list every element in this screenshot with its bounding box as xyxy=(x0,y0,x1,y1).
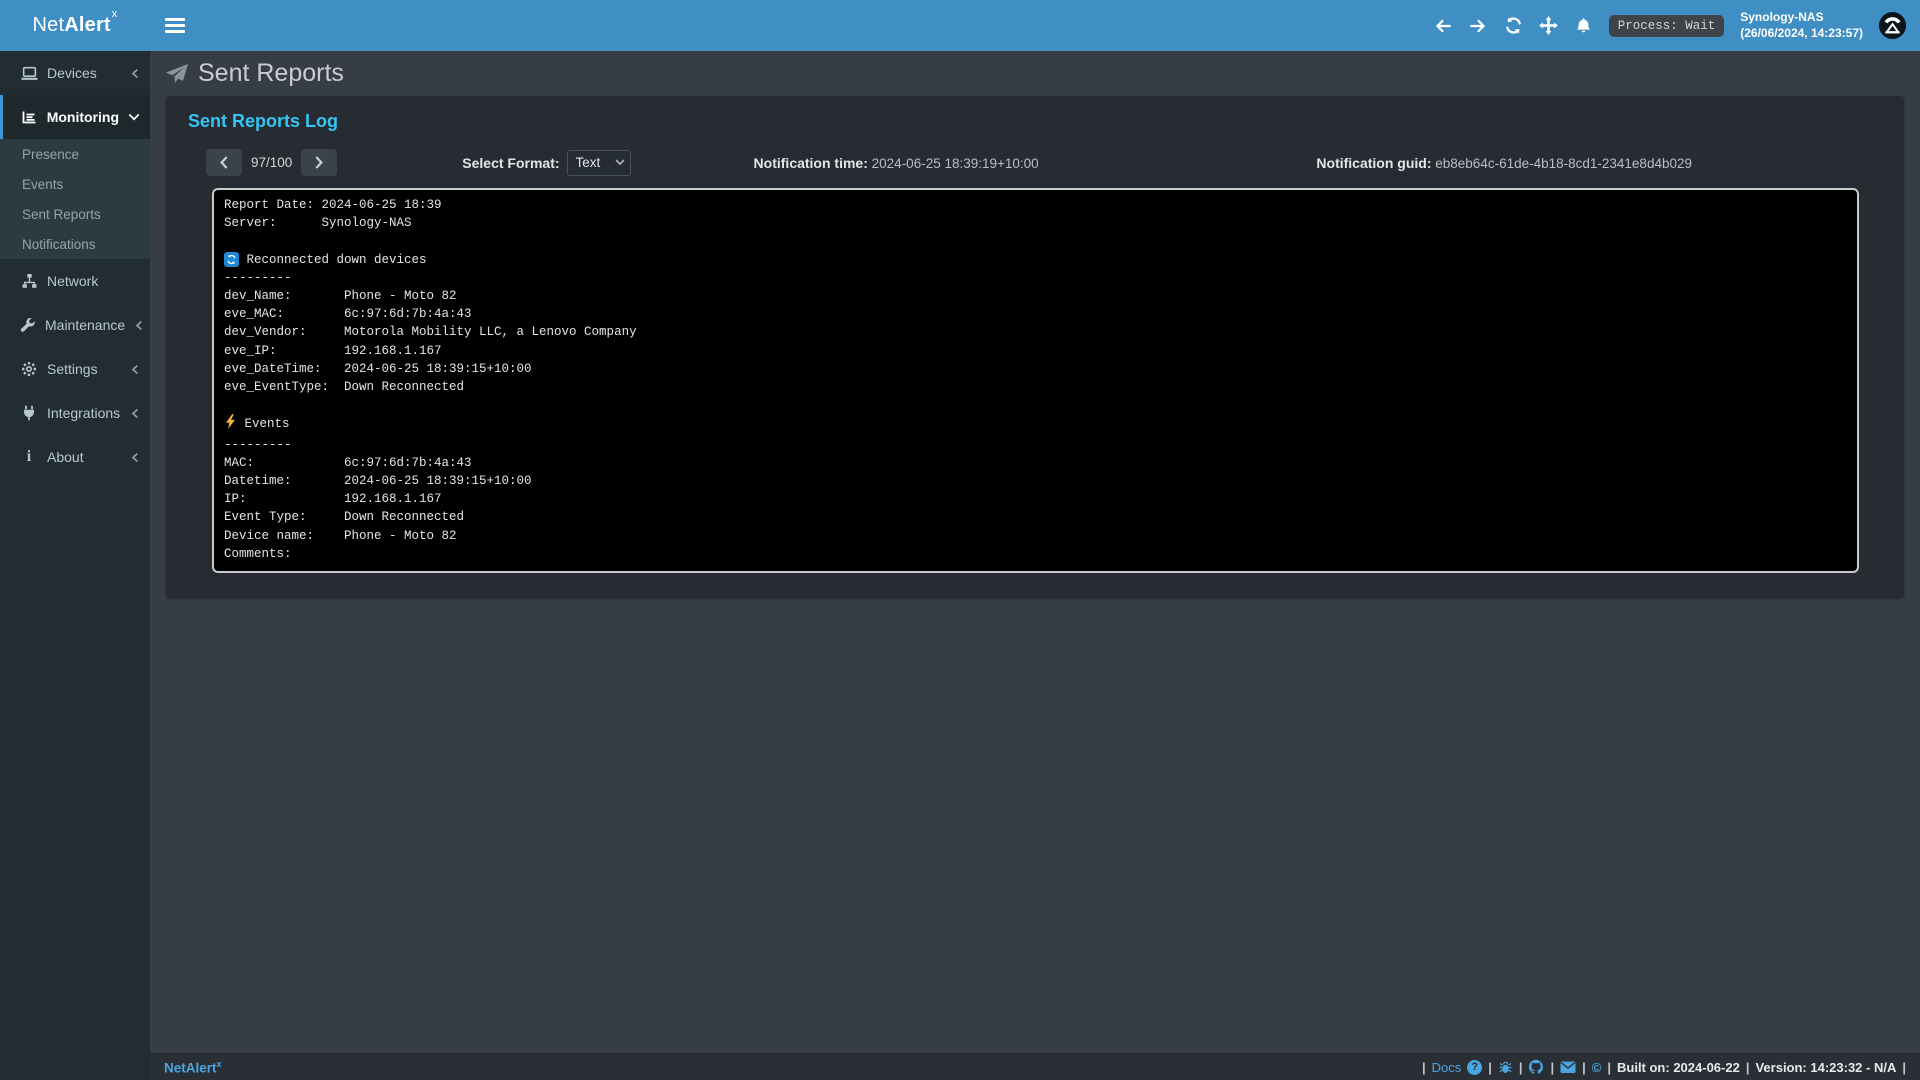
chevron-left-icon xyxy=(130,452,140,463)
notification-guid-label: Notification guid: xyxy=(1316,155,1431,171)
question-circle-icon[interactable]: ? xyxy=(1467,1060,1482,1075)
docs-link[interactable]: Docs xyxy=(1432,1060,1462,1075)
sidebar-item-presence[interactable]: Presence xyxy=(0,139,150,169)
sidebar-item-devices[interactable]: Devices xyxy=(0,51,150,95)
host-info: Synology-NAS (26/06/2024, 14:23:57) xyxy=(1740,10,1863,41)
user-avatar[interactable] xyxy=(1879,12,1906,39)
wrench-icon xyxy=(20,317,36,333)
sidebar-item-about[interactable]: i About xyxy=(0,435,150,479)
pagination-count: 97/100 xyxy=(251,155,292,170)
refresh-icon[interactable] xyxy=(1504,16,1523,35)
page-title: Sent Reports xyxy=(198,59,344,88)
laptop-icon xyxy=(20,66,38,81)
footer-brand[interactable]: NetAlertx xyxy=(164,1059,222,1076)
sidebar-item-sent-reports[interactable]: Sent Reports xyxy=(0,199,150,229)
bell-icon[interactable] xyxy=(1574,16,1593,35)
chevron-left-icon xyxy=(134,320,144,331)
top-navbar: NetAlertx xyxy=(0,0,1920,51)
format-select[interactable]: Text xyxy=(567,150,631,176)
version-text: Version: 14:23:32 - N/A xyxy=(1755,1060,1896,1075)
reconnect-icon xyxy=(224,252,239,267)
plug-icon xyxy=(20,405,38,421)
monitoring-submenu: Presence Events Sent Reports Notificatio… xyxy=(0,139,150,259)
bug-report-icon[interactable] xyxy=(1498,1060,1513,1075)
notification-guid: Notification guid: eb8eb64c-61de-4b18-8c… xyxy=(1316,155,1692,171)
sidebar-item-monitoring[interactable]: Monitoring xyxy=(0,95,150,139)
card-title: Sent Reports Log xyxy=(166,96,1904,132)
sidebar-toggle-icon[interactable] xyxy=(165,18,185,33)
chevron-down-icon xyxy=(128,112,140,122)
sidebar-item-notifications[interactable]: Notifications xyxy=(0,229,150,259)
sidebar-item-settings[interactable]: Settings xyxy=(0,347,150,391)
back-arrow-icon[interactable] xyxy=(1434,16,1453,35)
page-header: Sent Reports xyxy=(150,51,1920,96)
notification-time: Notification time: 2024-06-25 18:39:19+1… xyxy=(754,155,1039,171)
built-on-text: Built on: 2024-06-22 xyxy=(1617,1060,1740,1075)
copyright-icon[interactable]: © xyxy=(1592,1060,1602,1075)
next-report-button[interactable] xyxy=(301,149,337,176)
format-label: Select Format: xyxy=(462,155,559,171)
email-icon[interactable] xyxy=(1560,1061,1576,1074)
report-console: Report Date: 2024-06-25 18:39 Server: Sy… xyxy=(212,188,1859,573)
footer: NetAlertx | Docs ? | | | | © | Built on:… xyxy=(150,1053,1920,1080)
forward-arrow-icon[interactable] xyxy=(1469,16,1488,35)
app-logo[interactable]: NetAlertx xyxy=(0,0,150,51)
move-arrows-icon[interactable] xyxy=(1539,16,1558,35)
host-name: Synology-NAS xyxy=(1740,10,1863,26)
chevron-left-icon xyxy=(130,364,140,375)
chevron-left-icon xyxy=(130,408,140,419)
sidebar-item-events[interactable]: Events xyxy=(0,169,150,199)
notification-time-value: 2024-06-25 18:39:19+10:00 xyxy=(872,156,1039,171)
sidebar-item-maintenance[interactable]: Maintenance xyxy=(0,303,150,347)
lightning-icon xyxy=(224,414,237,435)
gear-icon xyxy=(20,361,38,377)
sidebar: Devices Monitoring Presence Events Sent … xyxy=(0,51,150,1080)
controls-row: 97/100 Select Format: Text Notification … xyxy=(166,149,1904,176)
sidebar-item-network[interactable]: Network xyxy=(0,259,150,303)
pagination: 97/100 xyxy=(206,149,337,176)
chevron-left-icon xyxy=(130,68,140,79)
sidebar-item-integrations[interactable]: Integrations xyxy=(0,391,150,435)
main-content: Sent Reports Sent Reports Log 97/100 Sel… xyxy=(150,51,1920,1053)
notification-guid-value: eb8eb64c-61de-4b18-8cd1-2341e8d4b029 xyxy=(1435,156,1692,171)
chart-icon xyxy=(20,110,38,125)
format-group: Select Format: Text xyxy=(462,150,630,176)
github-link-icon[interactable] xyxy=(1528,1059,1544,1075)
process-status-badge: Process: Wait xyxy=(1609,15,1725,37)
previous-report-button[interactable] xyxy=(206,149,242,176)
info-icon: i xyxy=(20,448,38,466)
notification-time-label: Notification time: xyxy=(754,155,868,171)
paper-plane-icon xyxy=(165,63,189,85)
network-icon xyxy=(20,273,38,289)
sent-reports-card: Sent Reports Log 97/100 Select Format: T… xyxy=(166,96,1904,598)
host-timestamp: (26/06/2024, 14:23:57) xyxy=(1740,26,1863,42)
